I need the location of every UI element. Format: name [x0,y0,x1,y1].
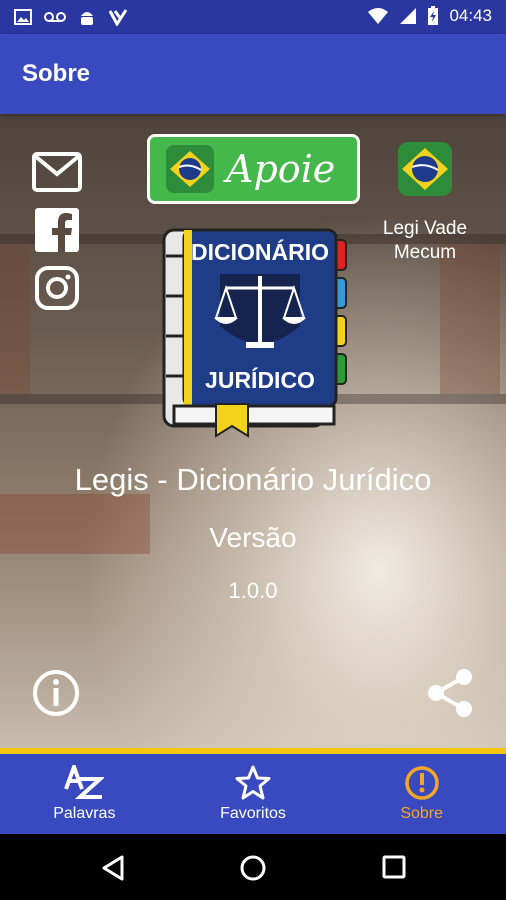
signal-icon [400,8,417,24]
vade-mecum-link[interactable]: Legi Vade Mecum [370,140,480,265]
page-title: Sobre [22,60,91,87]
voicemail-icon [44,12,66,22]
info-icon[interactable] [32,669,80,717]
az-icon [64,765,105,799]
background-book [440,244,500,394]
check-icon [108,9,128,26]
bottom-navigation: Palavras Favoritos Sobre [0,754,506,834]
image-icon [14,9,32,25]
email-icon[interactable] [32,150,82,194]
wifi-icon [368,8,389,24]
brazil-flag-icon [166,145,214,193]
logo-line1: DICIONÁRIO [191,238,329,265]
nav-item-palavras[interactable]: Palavras [0,754,169,834]
home-icon[interactable] [239,854,267,882]
back-icon[interactable] [100,854,126,882]
share-icon[interactable] [424,667,476,719]
status-time: 04:43 [449,6,492,25]
dictionary-logo: DICIONÁRIO JURÍDICO [162,228,347,438]
version-label: Versão [209,522,297,553]
vade-mecum-label-2: Mecum [393,242,457,263]
instagram-icon[interactable] [32,266,82,310]
apoie-button[interactable]: Apoie [147,134,360,204]
vade-mecum-app-icon [398,142,452,196]
facebook-icon[interactable] [32,208,82,252]
battery-charging-icon [428,6,439,25]
nav-item-favoritos[interactable]: Favoritos [169,754,338,834]
alert-circle-icon [404,766,439,800]
system-navigation-bar [0,834,506,900]
status-bar: 04:43 [0,0,506,34]
app-name: Legis - Dicionário Jurídico [74,462,432,497]
app-bar: Sobre [0,34,506,114]
background-book [0,244,30,394]
social-links [32,150,82,310]
recents-icon[interactable] [382,855,406,879]
nav-label-palavras: Palavras [53,805,116,822]
star-icon [235,765,271,800]
nav-label-favoritos: Favoritos [220,805,286,822]
logo-line2: JURÍDICO [205,366,315,393]
apoie-label: Apoie [226,147,336,191]
nav-label-sobre: Sobre [400,805,444,822]
about-content: Apoie Legi Vade Mecum DICIONÁRIO JURÍDIC… [0,114,506,748]
version-value: 1.0.0 [228,578,278,603]
android-icon [81,12,93,25]
nav-item-sobre[interactable]: Sobre [337,754,506,834]
vade-mecum-label-1: Legi Vade [382,218,468,239]
